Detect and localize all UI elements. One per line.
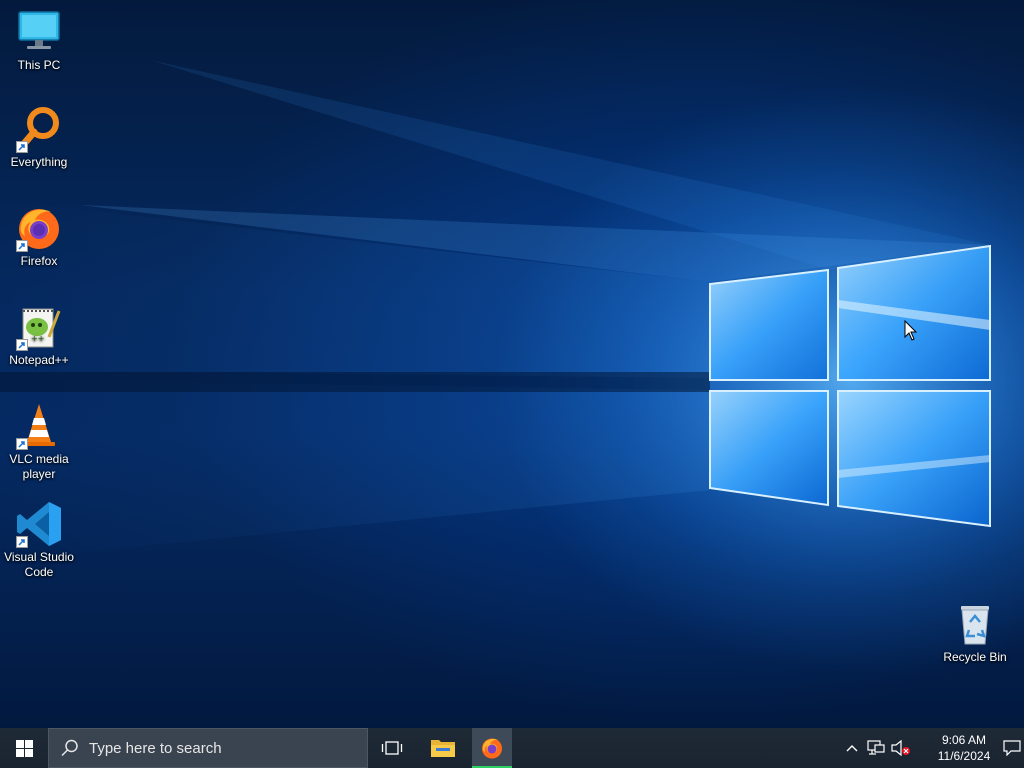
recycle-bin-icon (951, 600, 999, 648)
chevron-up-icon (846, 745, 858, 752)
mouse-cursor-icon (904, 320, 918, 341)
clock-date: 11/6/2024 (937, 749, 991, 763)
windows-wallpaper (0, 60, 1024, 600)
desktop-icon-vscode[interactable]: Visual Studio Code (1, 500, 77, 580)
this-pc-icon (15, 8, 63, 56)
desktop-icon-label: Everything (10, 155, 68, 169)
desktop-icon-label: Recycle Bin (943, 650, 1007, 664)
shortcut-arrow-icon (16, 339, 28, 351)
everything-icon (15, 105, 63, 153)
shortcut-arrow-icon (16, 141, 28, 153)
desktop-icon-everything[interactable]: Everything (1, 105, 77, 170)
vscode-icon (15, 500, 63, 548)
folder-icon (431, 740, 455, 757)
task-view-button[interactable] (368, 728, 416, 768)
network-icon (867, 740, 885, 755)
search-icon (61, 739, 78, 757)
shortcut-arrow-icon (16, 240, 28, 252)
search-placeholder: Type here to search (89, 739, 222, 757)
vlc-icon (15, 402, 63, 450)
system-tray: 9:06 AM 11/6/2024 (824, 728, 1024, 768)
file-explorer-button[interactable] (419, 728, 467, 768)
firefox-icon (15, 204, 63, 252)
notepadpp-icon: ++ (15, 303, 63, 351)
desktop-icon-recycle-bin[interactable]: Recycle Bin (937, 600, 1013, 665)
network-button[interactable] (866, 728, 886, 768)
volume-muted-icon (891, 740, 910, 756)
firefox-icon (482, 738, 502, 759)
notifications-icon (1003, 740, 1021, 756)
desktop-icon-label: Notepad++ (9, 353, 69, 367)
desktop[interactable]: This PC Everything Firefox ++ Notepad++ … (0, 0, 1024, 728)
windows-logo-icon (15, 739, 33, 757)
clock-time: 9:06 AM (941, 733, 987, 747)
svg-text:++: ++ (31, 334, 44, 343)
desktop-icon-label: Visual Studio Code (4, 550, 74, 579)
desktop-icon-this-pc[interactable]: This PC (1, 8, 77, 73)
shortcut-arrow-icon (16, 438, 28, 450)
action-center-button[interactable] (1000, 728, 1024, 768)
clock-button[interactable]: 9:06 AM 11/6/2024 (928, 728, 1000, 768)
taskbar: Type here to search 9:06 AM 11/6/2024 (0, 728, 1024, 768)
search-box[interactable]: Type here to search (48, 728, 368, 768)
task-view-icon (381, 741, 403, 755)
show-hidden-icons-button[interactable] (842, 728, 862, 768)
start-button[interactable] (0, 728, 48, 768)
desktop-icon-label: Firefox (20, 254, 58, 268)
desktop-icon-notepadpp[interactable]: ++ Notepad++ (1, 303, 77, 368)
volume-button[interactable] (890, 728, 912, 768)
desktop-icon-label: VLC media player (9, 452, 69, 481)
desktop-icon-label: This PC (17, 58, 61, 72)
firefox-taskbar-button[interactable] (472, 728, 512, 768)
desktop-icon-firefox[interactable]: Firefox (1, 204, 77, 269)
shortcut-arrow-icon (16, 536, 28, 548)
desktop-icon-vlc[interactable]: VLC media player (1, 402, 77, 482)
